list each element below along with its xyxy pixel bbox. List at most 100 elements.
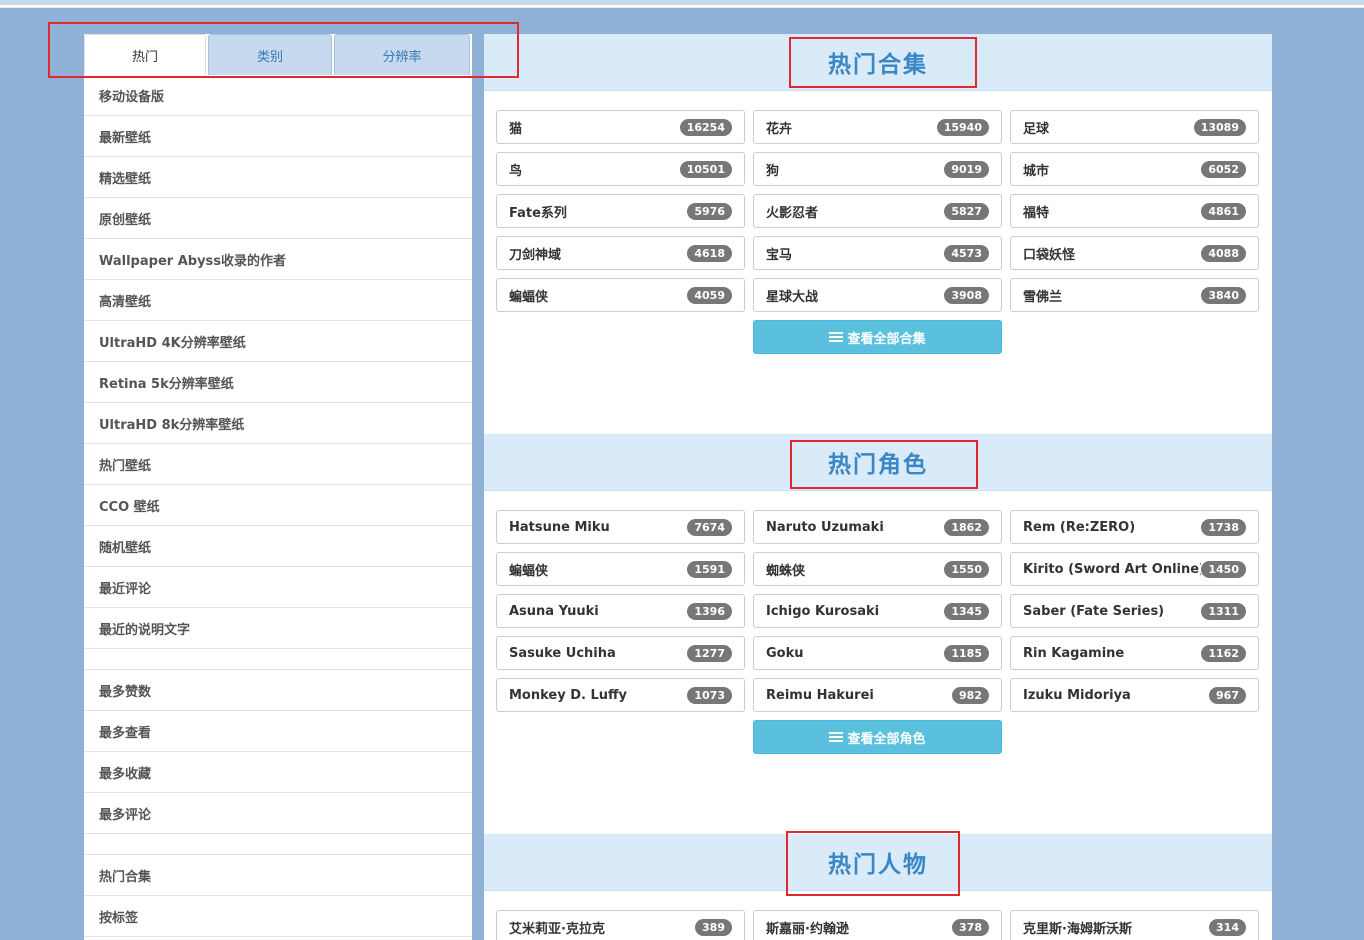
list-item[interactable]: 蜘蛛侠 1550 bbox=[753, 552, 1002, 586]
list-item[interactable]: Kirito (Sword Art Online) 1450 bbox=[1010, 552, 1259, 586]
sidebar-item-8k[interactable]: UltraHD 8k分辨率壁纸 bbox=[84, 403, 472, 444]
list-item[interactable]: 雪佛兰 3840 bbox=[1010, 278, 1259, 312]
count-badge: 4059 bbox=[687, 286, 732, 304]
button-label: 查看全部角色 bbox=[847, 731, 926, 747]
sidebar-item-recent-comments[interactable]: 最近评论 bbox=[84, 567, 472, 608]
list-item[interactable]: Goku 1185 bbox=[753, 636, 1002, 670]
count-badge: 3908 bbox=[944, 286, 989, 304]
sidebar-item-random[interactable]: 随机壁纸 bbox=[84, 526, 472, 567]
list-item[interactable]: 狗 9019 bbox=[753, 152, 1002, 186]
count-badge: 5976 bbox=[687, 202, 732, 220]
section-title: 热门合集 bbox=[828, 52, 928, 78]
list-item[interactable]: Saber (Fate Series) 1311 bbox=[1010, 594, 1259, 628]
view-all-wrap: 查看全部角色 bbox=[753, 720, 1002, 754]
sidebar-item-most-favorited[interactable]: 最多收藏 bbox=[84, 752, 472, 793]
tab-categories[interactable]: 类别 bbox=[208, 34, 332, 75]
sidebar-item-most-viewed[interactable]: 最多查看 bbox=[84, 711, 472, 752]
item-label: Hatsune Miku bbox=[509, 519, 610, 535]
view-all-wrap: 查看全部合集 bbox=[753, 320, 1002, 354]
sidebar-item-hd[interactable]: 高清壁纸 bbox=[84, 280, 472, 321]
list-item[interactable]: 蝙蝠侠 4059 bbox=[496, 278, 745, 312]
item-label: Saber (Fate Series) bbox=[1023, 603, 1165, 619]
list-item[interactable]: 花卉 15940 bbox=[753, 110, 1002, 144]
view-all-collections-button[interactable]: 查看全部合集 bbox=[753, 320, 1002, 354]
count-badge: 4861 bbox=[1201, 202, 1246, 220]
sidebar-item-recent-captions[interactable]: 最近的说明文字 bbox=[84, 608, 472, 649]
item-label: Asuna Yuuki bbox=[509, 603, 599, 619]
sidebar-item-4k[interactable]: UltraHD 4K分辨率壁纸 bbox=[84, 321, 472, 362]
sidebar-divider bbox=[84, 834, 472, 855]
item-label: Naruto Uzumaki bbox=[766, 519, 884, 535]
list-item[interactable]: Rem (Re:ZERO) 1738 bbox=[1010, 510, 1259, 544]
list-item[interactable]: 斯嘉丽·约翰逊 378 bbox=[753, 910, 1002, 940]
count-badge: 1345 bbox=[944, 602, 989, 620]
section-header: 热门合集 bbox=[484, 34, 1272, 91]
count-badge: 1450 bbox=[1201, 560, 1246, 578]
count-badge: 1277 bbox=[687, 644, 732, 662]
list-item[interactable]: Izuku Midoriya 967 bbox=[1010, 678, 1259, 712]
item-label: 花卉 bbox=[766, 121, 793, 137]
count-badge: 9019 bbox=[944, 160, 989, 178]
tab-popular[interactable]: 热门 bbox=[84, 34, 206, 75]
item-label: 口袋妖怪 bbox=[1023, 247, 1076, 263]
item-label: Goku bbox=[766, 645, 804, 661]
list-item[interactable]: Hatsune Miku 7674 bbox=[496, 510, 745, 544]
sidebar-item-mobile[interactable]: 移动设备版 bbox=[84, 75, 472, 116]
count-badge: 1073 bbox=[687, 686, 732, 704]
sidebar-item-featured[interactable]: 精选壁纸 bbox=[84, 157, 472, 198]
section-popular-characters: 热门角色 Hatsune Miku 7674 Naruto Uzumaki 1862… bbox=[484, 434, 1272, 834]
list-item[interactable]: 蝙蝠侠 1591 bbox=[496, 552, 745, 586]
list-item[interactable]: Asuna Yuuki 1396 bbox=[496, 594, 745, 628]
top-rule bbox=[0, 0, 1364, 8]
list-item[interactable]: 足球 13089 bbox=[1010, 110, 1259, 144]
button-label: 查看全部合集 bbox=[847, 331, 926, 347]
item-label: 蝙蝠侠 bbox=[509, 563, 549, 579]
section-title: 热门角色 bbox=[828, 452, 928, 478]
sidebar-item-newest[interactable]: 最新壁纸 bbox=[84, 116, 472, 157]
sidebar-item-by-tag[interactable]: 按标签 bbox=[84, 896, 472, 937]
list-item[interactable]: Reimu Hakurei 982 bbox=[753, 678, 1002, 712]
tab-resolution[interactable]: 分辨率 bbox=[334, 34, 470, 75]
section-title: 热门人物 bbox=[828, 852, 928, 878]
count-badge: 4088 bbox=[1201, 244, 1246, 262]
section-body: 猫 16254 花卉 15940 足球 13089 鸟 10501 狗 9019 城市 60… bbox=[484, 91, 1272, 354]
list-item[interactable]: 口袋妖怪 4088 bbox=[1010, 236, 1259, 270]
list-item[interactable]: Ichigo Kurosaki 1345 bbox=[753, 594, 1002, 628]
count-badge: 10501 bbox=[679, 160, 732, 178]
sidebar-item-most-commented[interactable]: 最多评论 bbox=[84, 793, 472, 834]
count-badge: 389 bbox=[695, 918, 732, 936]
list-item[interactable]: 火影忍者 5827 bbox=[753, 194, 1002, 228]
list-item[interactable]: 宝马 4573 bbox=[753, 236, 1002, 270]
count-badge: 1311 bbox=[1201, 602, 1246, 620]
sidebar-item-5k[interactable]: Retina 5k分辨率壁纸 bbox=[84, 362, 472, 403]
item-label: Sasuke Uchiha bbox=[509, 645, 616, 661]
list-item[interactable]: 艾米莉亚·克拉克 389 bbox=[496, 910, 745, 940]
list-item[interactable]: 福特 4861 bbox=[1010, 194, 1259, 228]
sidebar-item-popular-collections[interactable]: 热门合集 bbox=[84, 855, 472, 896]
sidebar-item-most-liked[interactable]: 最多赞数 bbox=[84, 670, 472, 711]
list-item[interactable]: 城市 6052 bbox=[1010, 152, 1259, 186]
count-badge: 1862 bbox=[944, 518, 989, 536]
list-item[interactable]: 猫 16254 bbox=[496, 110, 745, 144]
item-label: 城市 bbox=[1023, 163, 1050, 179]
sidebar-item-popular[interactable]: 热门壁纸 bbox=[84, 444, 472, 485]
item-label: 刀剑神域 bbox=[509, 247, 562, 263]
list-item[interactable]: Rin Kagamine 1162 bbox=[1010, 636, 1259, 670]
sidebar-item-authors[interactable]: Wallpaper Abyss收录的作者 bbox=[84, 239, 472, 280]
sidebar-item-original[interactable]: 原创壁纸 bbox=[84, 198, 472, 239]
sidebar-item-cc0[interactable]: CCO 壁纸 bbox=[84, 485, 472, 526]
section-body: Hatsune Miku 7674 Naruto Uzumaki 1862 Rem … bbox=[484, 491, 1272, 754]
list-item[interactable]: 克里斯·海姆斯沃斯 314 bbox=[1010, 910, 1259, 940]
item-label: Monkey D. Luffy bbox=[509, 687, 628, 703]
list-item[interactable]: Fate系列 5976 bbox=[496, 194, 745, 228]
list-item[interactable]: Naruto Uzumaki 1862 bbox=[753, 510, 1002, 544]
item-label: 星球大战 bbox=[766, 289, 819, 305]
list-item[interactable]: Sasuke Uchiha 1277 bbox=[496, 636, 745, 670]
count-badge: 13089 bbox=[1193, 118, 1246, 136]
view-all-characters-button[interactable]: 查看全部角色 bbox=[753, 720, 1002, 754]
list-item[interactable]: 刀剑神域 4618 bbox=[496, 236, 745, 270]
list-item[interactable]: Monkey D. Luffy 1073 bbox=[496, 678, 745, 712]
list-item[interactable]: 鸟 10501 bbox=[496, 152, 745, 186]
list-item[interactable]: 星球大战 3908 bbox=[753, 278, 1002, 312]
item-label: 艾米莉亚·克拉克 bbox=[509, 921, 605, 937]
